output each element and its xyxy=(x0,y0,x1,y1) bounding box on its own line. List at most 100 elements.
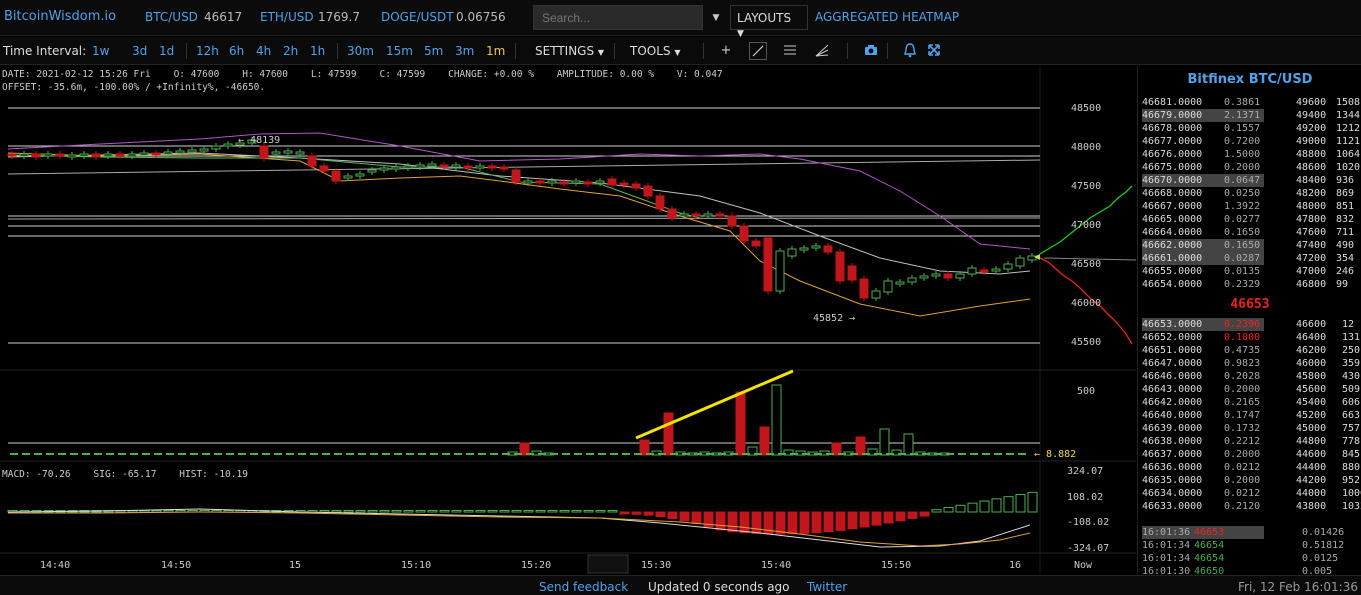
candle xyxy=(451,162,461,170)
volume-bar xyxy=(639,439,650,456)
macd-axis-label: -108.02 xyxy=(1067,517,1109,528)
search-input[interactable] xyxy=(533,5,703,30)
orderbook-row: 46652.0000 0.1000 46400 131 xyxy=(1138,331,1361,344)
volume-bar xyxy=(670,453,678,455)
macd-bar xyxy=(451,510,462,513)
aggregated-heatmap-link[interactable]: AGGREGATED HEATMAP xyxy=(815,10,959,24)
line-icon[interactable] xyxy=(749,42,767,60)
volume-bar xyxy=(514,453,522,455)
orderbook-row: 46676.0000 1.5000 48800 1064 xyxy=(1138,148,1361,161)
orderbook-cell: 1.5000 xyxy=(1224,149,1261,160)
orderbook-cell: 46664.0000 xyxy=(1142,227,1203,238)
volume-bar xyxy=(946,453,954,455)
volume-bar xyxy=(574,453,582,455)
orderbook-row: 46639.0000 0.1732 45000 757 xyxy=(1138,422,1361,435)
volume-bar xyxy=(454,453,462,455)
interval-12h[interactable]: 12h xyxy=(196,44,219,58)
orderbook-cell: 46668.0000 xyxy=(1142,188,1203,199)
orderbook-cell: 0.1557 xyxy=(1224,123,1261,134)
orderbook-row: 46640.0000 0.1747 45200 663 xyxy=(1138,409,1361,422)
orderbook-cell: 46800 xyxy=(1296,279,1327,290)
horizontal-lines-icon[interactable] xyxy=(781,42,799,60)
orderbook-row: 46662.0000 0.1650 47400 490 xyxy=(1138,239,1361,252)
camera-icon[interactable] xyxy=(862,42,880,60)
chart-canvas[interactable]: 48500 48000 47500 47000 46500 46000 45500 ← 48… xyxy=(0,66,1136,574)
search-dropdown-icon[interactable]: ▼ xyxy=(706,5,726,30)
macd-bar xyxy=(487,510,498,513)
volume-bar xyxy=(850,453,858,455)
orderbook-cell: 1032 xyxy=(1342,501,1361,512)
orderbook-cell: 45800 xyxy=(1296,371,1327,382)
alert-icon[interactable] xyxy=(901,42,919,60)
settings-menu[interactable]: SETTINGS ▼ xyxy=(535,44,604,58)
interval-30m[interactable]: 30m xyxy=(347,44,374,58)
orderbook-cell: 832 xyxy=(1336,214,1355,225)
macd-bar xyxy=(523,510,534,513)
orderbook-cell: 46677.0000 xyxy=(1142,136,1203,147)
orderbook-cell: 46640.0000 xyxy=(1142,410,1203,421)
orderbook-cell: 0.2329 xyxy=(1224,279,1261,290)
twitter-link[interactable]: Twitter xyxy=(807,580,847,594)
top-bar: BitcoinWisdom.io BTC/USD 46617 ETH/USD 1… xyxy=(0,0,1361,39)
orderbook-cell: 45600 xyxy=(1296,384,1327,395)
macd-bar xyxy=(151,510,162,513)
divider xyxy=(515,43,516,59)
macd-bar xyxy=(535,510,546,513)
interval-15m[interactable]: 15m xyxy=(386,44,413,58)
price-chart[interactable]: 48500 48000 47500 47000 46500 46000 45500 ← 48… xyxy=(0,66,1136,574)
orderbook-cell: 46200 xyxy=(1296,345,1327,356)
interval-1w[interactable]: 1w xyxy=(92,44,109,58)
volume-bar xyxy=(250,453,258,455)
mid-price: 46653 xyxy=(1230,297,1270,312)
volume-bar xyxy=(346,453,354,455)
volume-bar xyxy=(538,453,546,455)
interval-3d[interactable]: 3d xyxy=(132,44,147,58)
macd-bar xyxy=(775,511,786,535)
divider xyxy=(703,43,704,59)
macd-bar xyxy=(931,509,942,513)
time-cursor-box xyxy=(587,554,629,574)
macd-bar xyxy=(895,511,906,522)
interval-1h[interactable]: 1h xyxy=(310,44,325,58)
macd-bar xyxy=(427,510,438,513)
macd-axis-label: 324.07 xyxy=(1067,466,1103,477)
candle xyxy=(139,150,149,158)
interval-6h[interactable]: 6h xyxy=(229,44,244,58)
macd-bar xyxy=(1015,494,1026,513)
orderbook-cell: 359 xyxy=(1342,358,1361,369)
ticker-doge-pair[interactable]: DOGE/USDT xyxy=(381,10,454,24)
ticker-eth-pair[interactable]: ETH/USD xyxy=(260,10,314,24)
interval-5m[interactable]: 5m xyxy=(424,44,443,58)
volume-bar xyxy=(874,453,882,455)
tools-menu[interactable]: TOOLS ▼ xyxy=(630,44,681,58)
site-logo[interactable]: BitcoinWisdom.io xyxy=(4,9,116,24)
volume-bar xyxy=(82,453,90,455)
candle xyxy=(151,150,161,158)
fullscreen-icon[interactable] xyxy=(925,42,943,60)
fan-icon[interactable] xyxy=(813,42,831,60)
ticker-btc-pair[interactable]: BTC/USD xyxy=(145,10,198,24)
send-feedback-link[interactable]: Send feedback xyxy=(539,580,628,594)
volume-bar xyxy=(634,453,642,455)
volume-bar xyxy=(610,453,618,455)
orderbook-cell: 46652.0000 xyxy=(1142,332,1203,343)
orderbook-cell: 44600 xyxy=(1296,449,1327,460)
price-axis-label: 47500 xyxy=(1071,181,1101,192)
interval-3m[interactable]: 3m xyxy=(455,44,474,58)
volume-bar xyxy=(598,453,606,455)
divider xyxy=(847,43,848,59)
layouts-button[interactable]: LAYOUTS ▼ xyxy=(730,5,808,39)
crosshair-icon[interactable]: + xyxy=(717,42,735,60)
interval-1d[interactable]: 1d xyxy=(159,44,174,58)
interval-1m-active[interactable]: 1m xyxy=(486,44,505,58)
orderbook-cell: 46661.0000 xyxy=(1142,253,1203,264)
candle xyxy=(931,271,941,279)
volume-bar xyxy=(466,453,474,455)
candle xyxy=(55,151,65,159)
interval-2h[interactable]: 2h xyxy=(283,44,298,58)
orderbook-cell: 0.0647 xyxy=(1224,175,1261,186)
interval-4h[interactable]: 4h xyxy=(256,44,271,58)
volume-bar xyxy=(718,453,726,455)
orderbook-cell: 48200 xyxy=(1296,188,1327,199)
volume-bar xyxy=(658,453,666,455)
